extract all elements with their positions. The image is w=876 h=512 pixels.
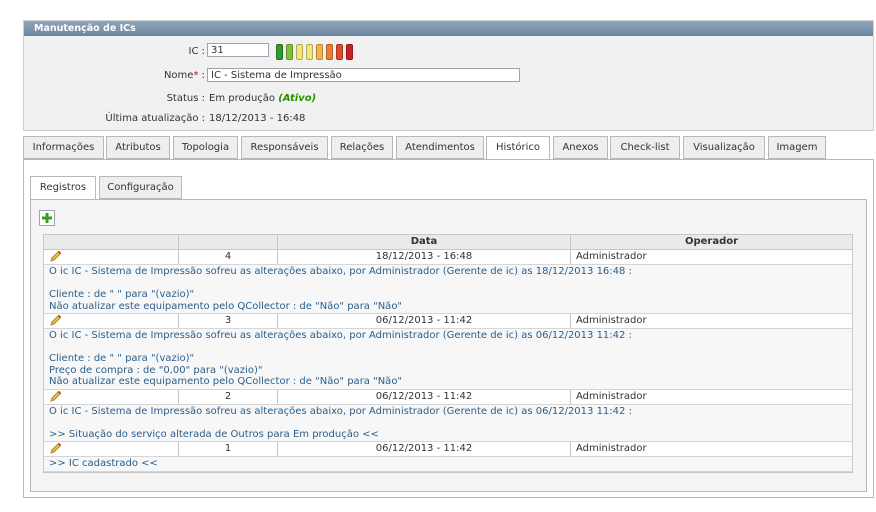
registros-panel: Data Operador 4 18/12/2013 - 16:48 Adminis… [30,199,867,492]
detail-line: O ic IC - Sistema de Impressão sofreu as… [49,266,632,277]
update-value: 18/12/2013 - 16:48 [209,113,306,124]
subtab-registros[interactable]: Registros [30,176,96,200]
detail-line: Cliente : de " " para "(vazio)" [49,289,195,300]
record-operator: Administrador [576,443,647,454]
detail-line [49,278,847,290]
level-led [286,44,293,60]
detail-line: Não atualizar este equipamento pelo QCol… [49,300,403,312]
tab-visualizacao[interactable]: Visualização [683,136,765,159]
header-operador: Operador [684,236,739,247]
record-operator: Administrador [576,315,647,326]
pencil-icon[interactable] [49,314,62,327]
ic-label: IC : [188,46,205,57]
plus-icon [42,213,52,223]
level-led [306,44,313,60]
level-led [336,44,343,60]
record-number: 4 [179,250,278,264]
detail-line: O ic IC - Sistema de Impressão sofreu as… [49,330,632,341]
ic-row: IC : 31 [24,42,873,62]
tab-atendimentos[interactable]: Atendimentos [396,136,484,159]
tab-responsaveis[interactable]: Responsáveis [241,136,328,159]
record-details: O ic IC - Sistema de Impressão sofreu as… [44,329,852,390]
edit-cell [44,314,179,328]
edit-cell [44,442,179,456]
pencil-icon[interactable] [49,390,62,403]
record-number: 1 [179,442,278,456]
tab-relacoes[interactable]: Relações [331,136,393,159]
ic-maintenance-panel: Manutenção de ICs IC : 31 Nome* : IC - S… [23,20,874,131]
detail-line [49,417,847,429]
level-led [316,44,323,60]
record-operator: Administrador [576,251,647,262]
tab-atributos[interactable]: Atributos [106,136,170,159]
status-value: Em produção (Ativo) [209,93,317,104]
grid-header: Data Operador [44,235,852,250]
detail-line [49,342,847,354]
tab-informacoes[interactable]: Informações [23,136,104,159]
detail-line: Cliente : de " " para "(vazio)" [49,353,195,364]
table-row[interactable]: 3 06/12/2013 - 11:42 Administrador [44,314,852,329]
update-row: Última atualização : 18/12/2013 - 16:48 [24,109,873,129]
tab-topologia[interactable]: Topologia [173,136,238,159]
record-details: >> IC cadastrado << [44,457,852,472]
header-data: Data [278,235,571,249]
table-row[interactable]: 1 06/12/2013 - 11:42 Administrador [44,442,852,457]
tab-anexos[interactable]: Anexos [553,136,608,159]
table-row[interactable]: 2 06/12/2013 - 11:42 Administrador [44,389,852,405]
level-led [296,44,303,60]
nome-label: Nome* : [163,70,205,81]
level-led [326,44,333,60]
edit-cell [44,389,179,404]
status-label: Status : [166,93,205,104]
add-record-button[interactable] [39,210,55,226]
history-grid: Data Operador 4 18/12/2013 - 16:48 Adminis… [43,234,853,473]
record-number: 3 [179,314,278,328]
table-row[interactable]: 4 18/12/2013 - 16:48 Administrador [44,250,852,265]
edit-cell [44,250,179,264]
level-led [276,44,283,60]
tab-imagem[interactable]: Imagem [768,136,826,159]
record-details: O ic IC - Sistema de Impressão sofreu as… [44,404,852,442]
pencil-icon[interactable] [49,250,62,263]
header-number-col [179,235,278,249]
panel-title: Manutenção de ICs [24,21,873,36]
detail-line: >> IC cadastrado << [49,458,158,469]
level-led [346,44,353,60]
required-asterisk: * [193,70,199,81]
detail-line: Preço de compra : de "0,00" para "(vazio… [49,364,263,376]
status-badge: (Ativo) [278,93,317,104]
record-date: 06/12/2013 - 11:42 [278,314,571,328]
pencil-icon[interactable] [49,442,62,455]
nome-row: Nome* : IC - Sistema de Impressão [24,66,873,86]
detail-line: Não atualizar este equipamento pelo QCol… [49,376,403,387]
tab-check-list[interactable]: Check-list [610,136,680,159]
ic-field[interactable]: 31 [207,43,269,57]
update-label: Última atualização : [105,113,205,124]
record-operator: Administrador [576,390,647,402]
detail-line: >> Situação do serviço alterada de Outro… [49,428,379,440]
record-date: 06/12/2013 - 11:42 [278,442,571,456]
record-date: 18/12/2013 - 16:48 [278,250,571,264]
record-details: O ic IC - Sistema de Impressão sofreu as… [44,265,852,314]
status-row: Status : Em produção (Ativo) [24,89,873,109]
tab-historico[interactable]: Histórico [486,136,550,160]
subtab-configuracao[interactable]: Configuração [99,176,182,199]
detail-line: O ic IC - Sistema de Impressão sofreu as… [49,405,632,417]
record-number: 2 [179,389,278,404]
record-date: 06/12/2013 - 11:42 [278,389,571,404]
header-icon-col [44,235,179,249]
history-records: 4 18/12/2013 - 16:48 Administrador O ic IC … [44,250,852,472]
nome-field[interactable]: IC - Sistema de Impressão [207,68,520,82]
historico-tab-content: Registros Configuração Data Operador 4 18… [23,159,874,498]
main-tabs: Informações Atributos Topologia Responsá… [23,136,874,160]
